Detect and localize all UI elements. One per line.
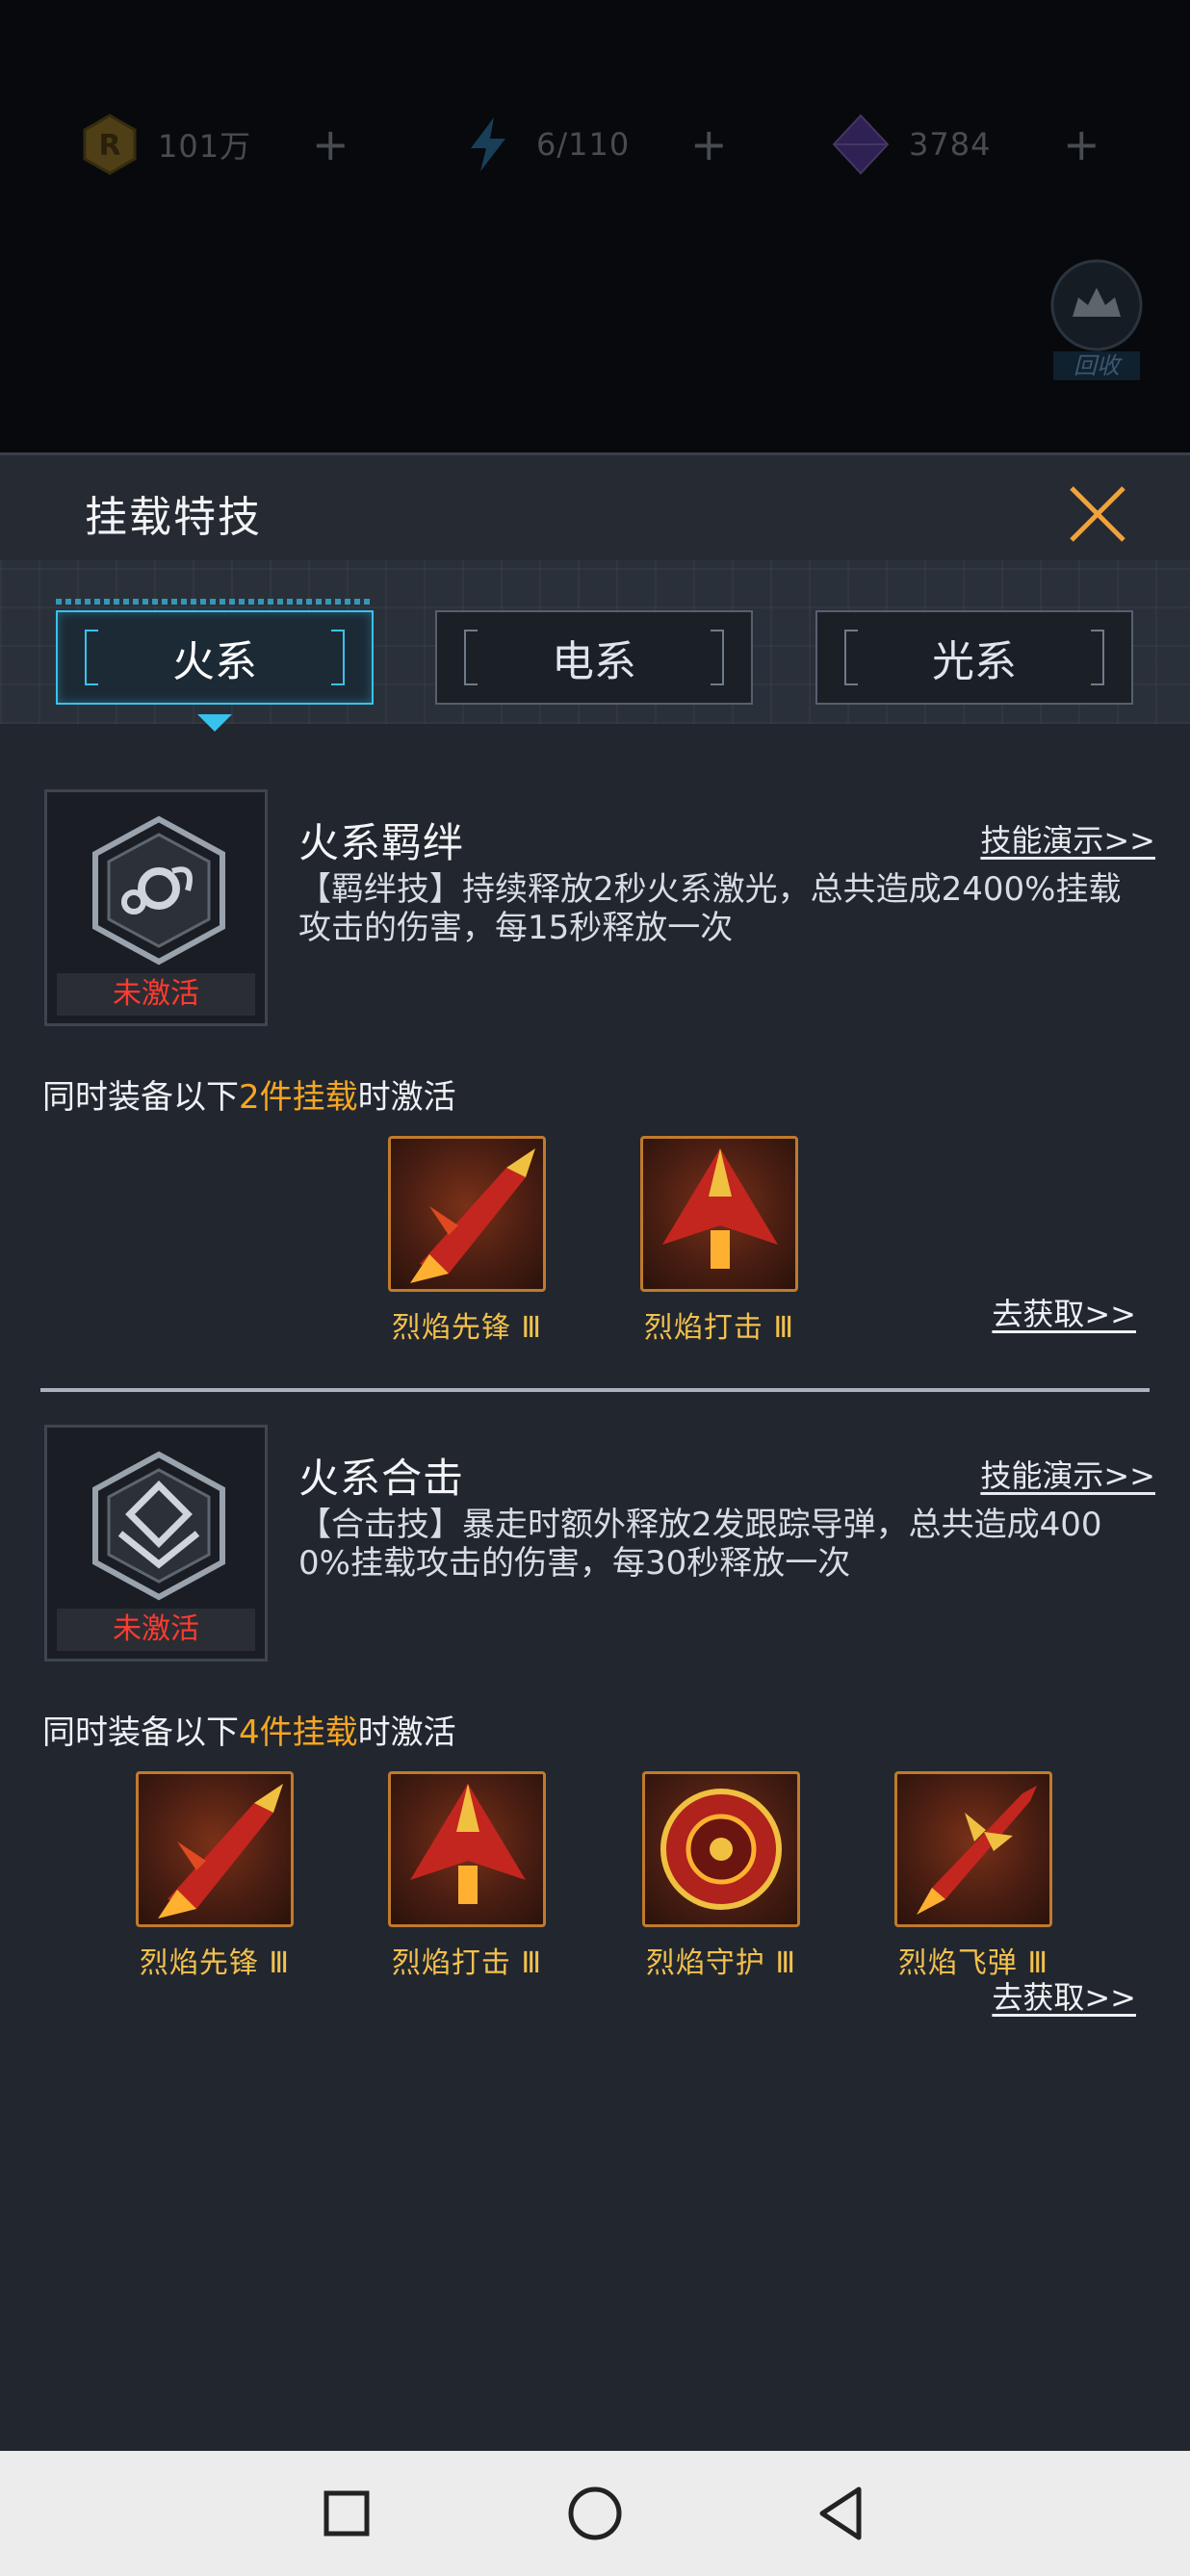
- requirement-suffix: 时激活: [357, 1078, 456, 1117]
- recent-apps-button[interactable]: [313, 2480, 380, 2547]
- energy-resource[interactable]: 6/110 +: [457, 111, 728, 178]
- get-items-link[interactable]: 去获取>>: [992, 1290, 1136, 1334]
- fire-bond-emblem-icon: [92, 815, 225, 966]
- system-nav-bar: [0, 2451, 1190, 2576]
- skill-demo-link[interactable]: 技能演示>>: [980, 816, 1155, 861]
- crystal-plus-button[interactable]: +: [1063, 122, 1100, 167]
- tab-light[interactable]: 光系: [815, 610, 1133, 705]
- mount-item[interactable]: 烈焰守护 Ⅲ: [639, 1771, 803, 1981]
- panel-header: 挂载特技: [0, 452, 1190, 563]
- home-button[interactable]: [561, 2480, 629, 2547]
- skill-name: 火系合击: [298, 1455, 465, 1502]
- item-name: 烈焰先锋 Ⅲ: [391, 1311, 543, 1345]
- tab-bracket-left: [85, 630, 98, 685]
- svg-text:R: R: [98, 129, 120, 163]
- skill-badge[interactable]: 未激活: [44, 789, 268, 1026]
- item-name: 烈焰打击 Ⅲ: [391, 1946, 543, 1980]
- inactive-status-badge: 未激活: [57, 1609, 255, 1651]
- flame-vanguard-thumb: [136, 1771, 294, 1927]
- panel-title: 挂载特技: [85, 493, 262, 542]
- gold-value: 101万: [158, 128, 252, 165]
- tab-bracket-left: [464, 630, 478, 685]
- flame-strike-thumb: [388, 1771, 546, 1927]
- tab-electric[interactable]: 电系: [435, 610, 753, 705]
- flame-vanguard-thumb: [388, 1136, 546, 1292]
- activation-requirement: 同时装备以下2件挂载时激活: [42, 1070, 456, 1118]
- tab-electric-label: 电系: [552, 637, 636, 686]
- crystal-value: 3784: [909, 126, 992, 163]
- active-tab-indicator: [197, 714, 232, 732]
- recycle-label: 回收: [1053, 351, 1140, 380]
- jet-fighter-icon: [410, 1784, 526, 1904]
- shield-disc-icon: [660, 1789, 782, 1910]
- tab-bracket-right: [331, 630, 345, 685]
- item-name: 烈焰守护 Ⅲ: [645, 1946, 797, 1980]
- jet-fighter-icon: [410, 1148, 535, 1283]
- back-triangle-icon: [819, 2486, 862, 2540]
- requirement-count: 4件挂载: [239, 1713, 358, 1752]
- square-icon: [323, 2490, 370, 2537]
- tab-bracket-right: [711, 630, 724, 685]
- item-name: 烈焰打击 Ⅲ: [643, 1311, 795, 1345]
- skill-demo-link[interactable]: 技能演示>>: [980, 1452, 1155, 1496]
- recycle-button[interactable]: 回收: [1040, 255, 1153, 380]
- fire-combo-emblem-icon: [92, 1451, 225, 1601]
- flame-guard-thumb: [642, 1771, 800, 1927]
- mount-skill-panel: 挂载特技 火系 电系 光系 未激活 火系羁绊 技能演示>> 【羁绊技】持续释放2…: [0, 452, 1190, 2451]
- purple-crystal-icon: [830, 114, 892, 175]
- tab-fire-label: 火系: [172, 637, 257, 686]
- top-resource-bar: R 101万 + 6/110 + 3784 + 回收: [0, 0, 1190, 452]
- crystal-resource[interactable]: 3784 +: [830, 111, 1100, 178]
- requirement-prefix: 同时装备以下: [42, 1713, 239, 1752]
- back-button[interactable]: [809, 2480, 876, 2547]
- tab-fire[interactable]: 火系: [56, 610, 374, 705]
- get-items-link[interactable]: 去获取>>: [992, 1973, 1136, 2018]
- item-name: 烈焰先锋 Ⅲ: [139, 1946, 291, 1980]
- skill-badge[interactable]: 未激活: [44, 1425, 268, 1662]
- mount-item[interactable]: 烈焰先锋 Ⅲ: [385, 1136, 549, 1346]
- flame-strike-thumb: [640, 1136, 798, 1292]
- section-divider: [40, 1388, 1150, 1392]
- skill-description: 【羁绊技】持续释放2秒火系激光，总共造成2400%挂载攻击的伤害，每15秒释放一…: [298, 870, 1122, 947]
- requirement-suffix: 时激活: [357, 1713, 456, 1752]
- recycle-icon: [1050, 259, 1143, 351]
- skill-description: 【合击技】暴走时额外释放2发跟踪导弹，总共造成4000%挂载攻击的伤害，每30秒…: [298, 1506, 1102, 1583]
- gold-coin-icon: R: [79, 114, 141, 175]
- mount-item[interactable]: 烈焰先锋 Ⅲ: [133, 1771, 297, 1981]
- circle-icon: [568, 2486, 622, 2540]
- energy-plus-button[interactable]: +: [690, 122, 728, 167]
- inactive-status-badge: 未激活: [57, 973, 255, 1016]
- element-tabs: 火系 电系 光系: [0, 560, 1190, 732]
- jet-fighter-icon: [662, 1148, 778, 1269]
- tab-bracket-left: [844, 630, 858, 685]
- gold-resource[interactable]: R 101万 +: [79, 111, 349, 178]
- requirement-count: 2件挂载: [239, 1078, 358, 1117]
- requirement-prefix: 同时装备以下: [42, 1078, 239, 1117]
- mount-item[interactable]: 烈焰打击 Ⅲ: [385, 1771, 549, 1981]
- mount-item[interactable]: 烈焰飞弹 Ⅲ: [892, 1771, 1055, 1981]
- energy-bolt-icon: [457, 114, 519, 175]
- tab-light-label: 光系: [932, 637, 1017, 686]
- close-icon: [1070, 486, 1125, 542]
- tab-bracket-right: [1091, 630, 1104, 685]
- energy-value: 6/110: [536, 126, 631, 163]
- missile-icon: [917, 1786, 1037, 1915]
- flame-missile-thumb: [894, 1771, 1052, 1927]
- mount-item[interactable]: 烈焰打击 Ⅲ: [637, 1136, 801, 1346]
- skill-name: 火系羁绊: [298, 819, 465, 866]
- tab-decoration: [56, 599, 374, 605]
- activation-requirement: 同时装备以下4件挂载时激活: [42, 1706, 456, 1753]
- close-button[interactable]: [1064, 480, 1131, 548]
- jet-fighter-icon: [158, 1784, 283, 1919]
- gold-plus-button[interactable]: +: [312, 122, 349, 167]
